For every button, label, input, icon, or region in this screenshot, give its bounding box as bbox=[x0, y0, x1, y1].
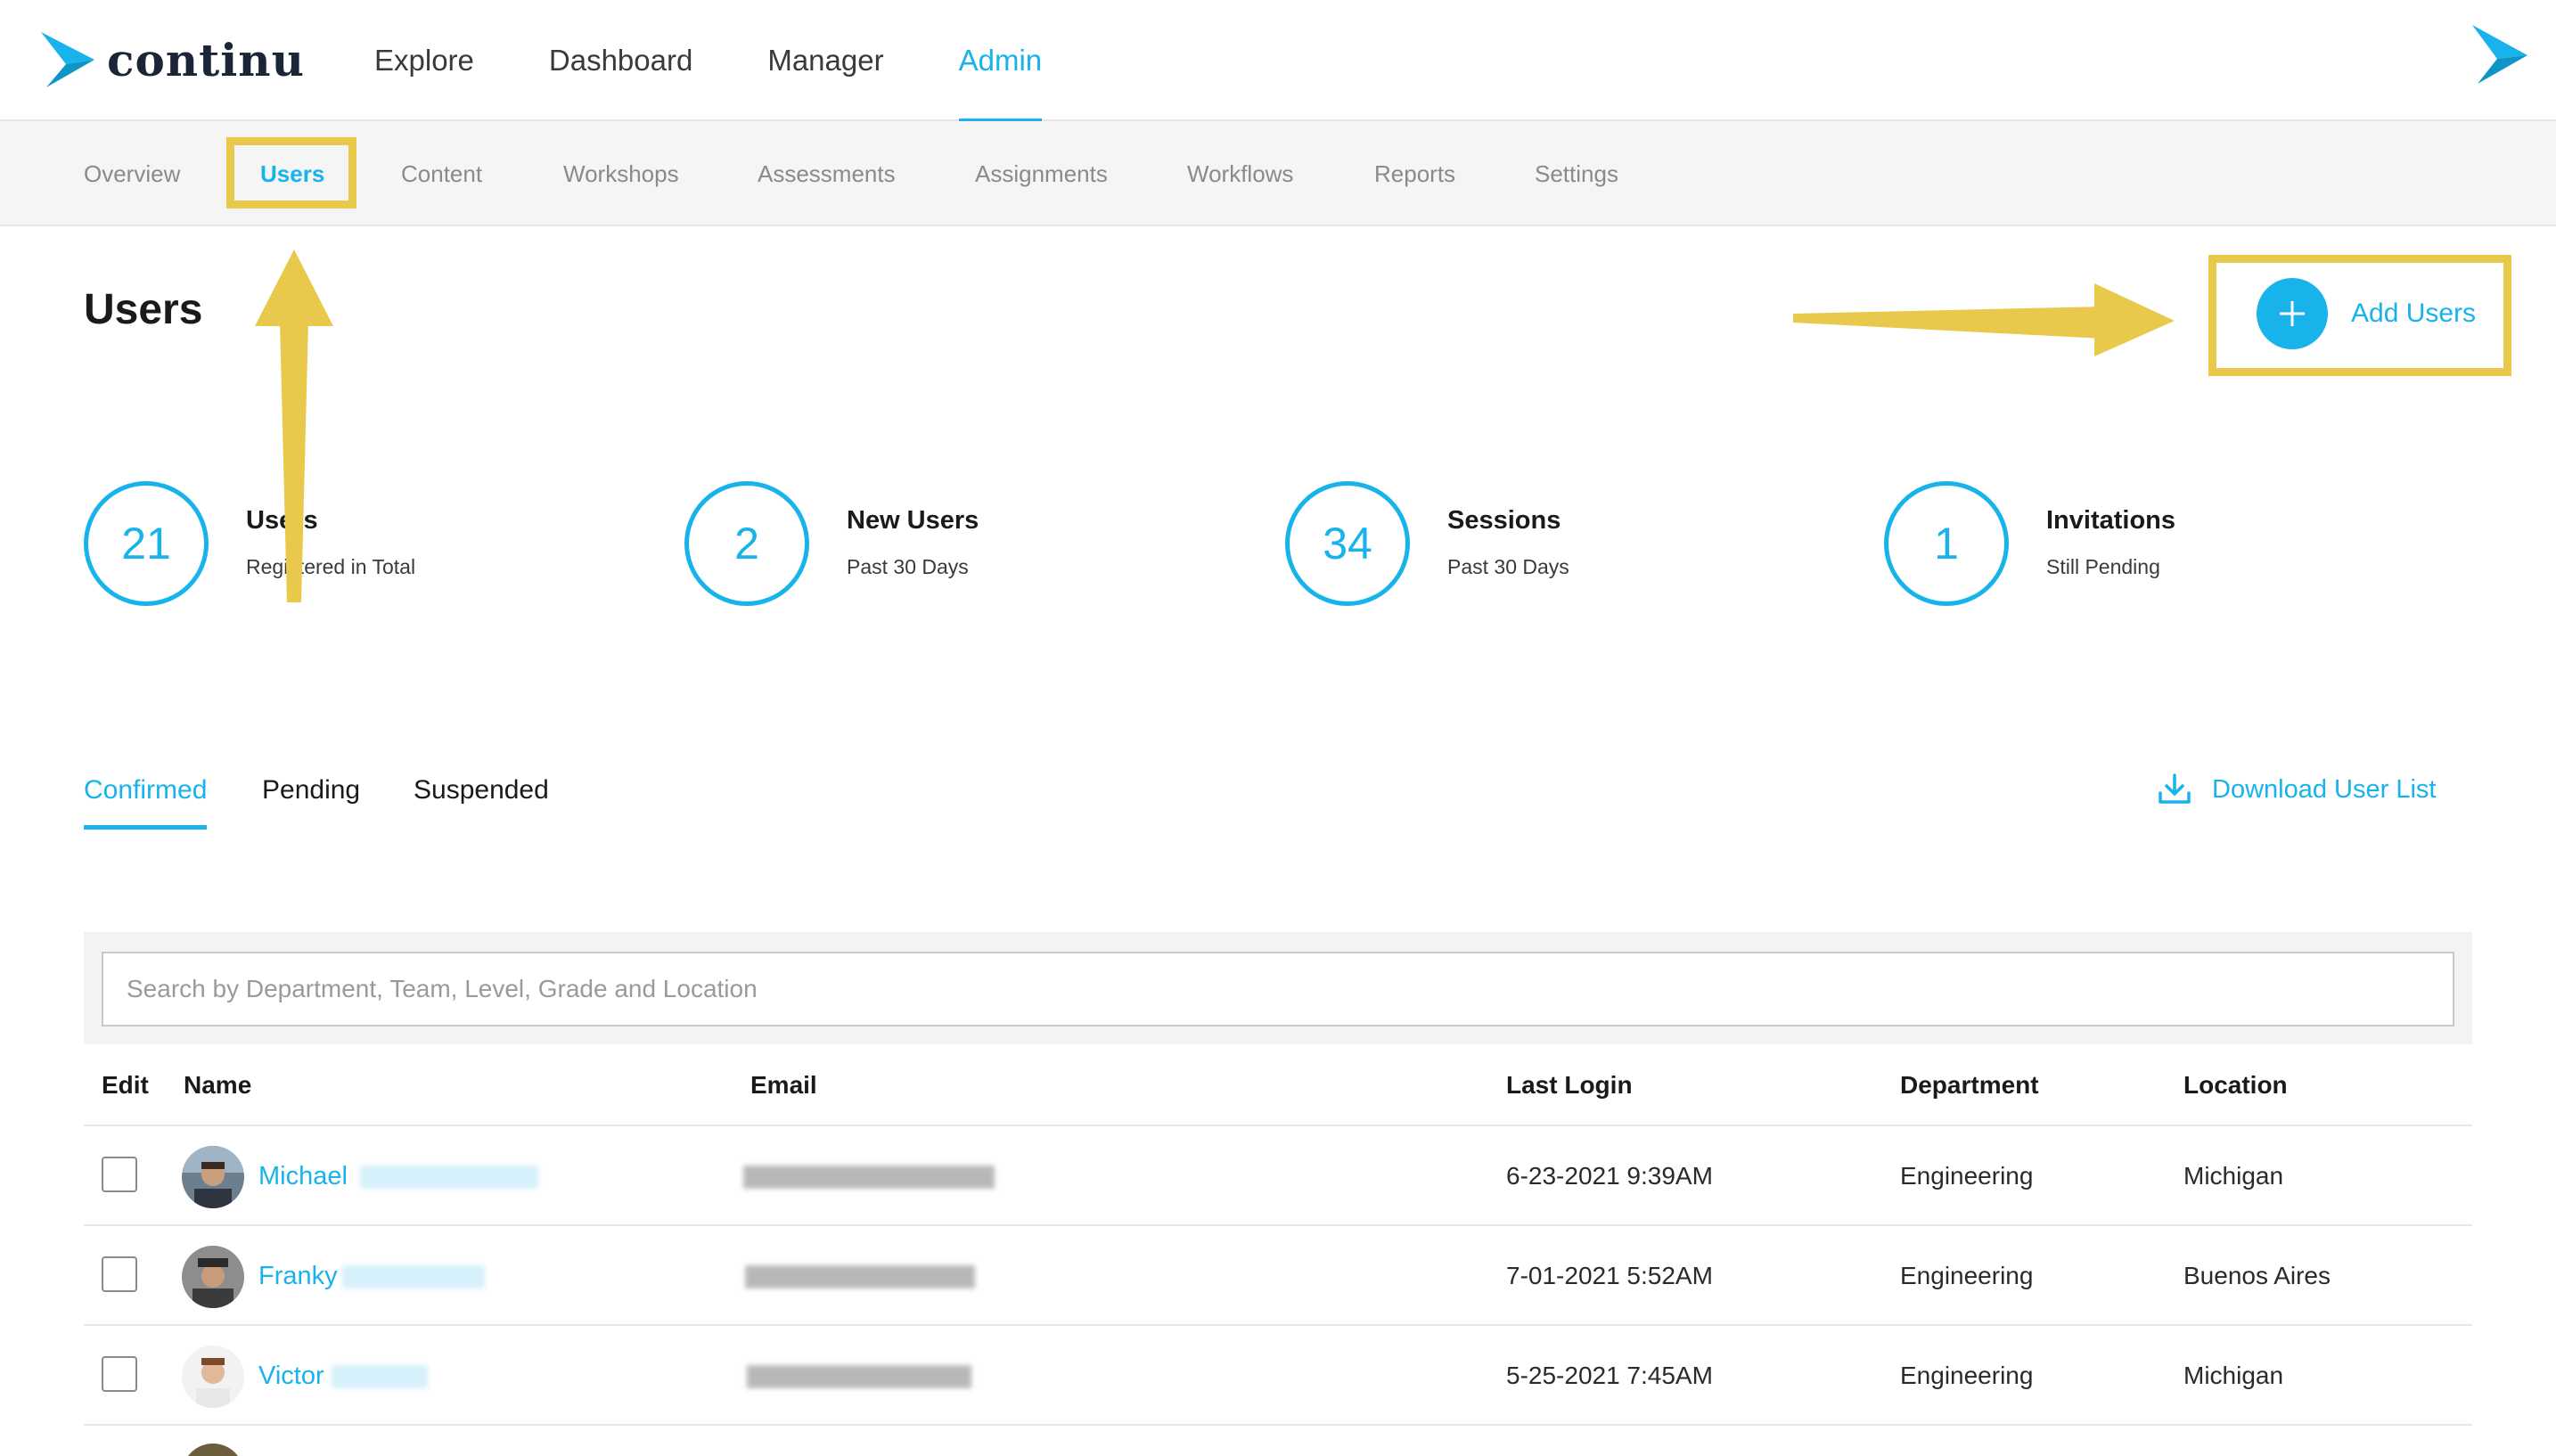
avatar bbox=[182, 1346, 244, 1408]
nav-explore[interactable]: Explore bbox=[374, 0, 474, 121]
download-icon bbox=[2159, 773, 2191, 804]
row-checkbox[interactable] bbox=[102, 1256, 137, 1292]
redacted-surname bbox=[342, 1265, 485, 1288]
user-name-link[interactable]: Franky bbox=[258, 1226, 338, 1326]
department: Engineering bbox=[1900, 1362, 2034, 1389]
stat-value: 21 bbox=[84, 481, 209, 606]
department: Engineering bbox=[1900, 1162, 2034, 1190]
logo-text: continu bbox=[107, 33, 305, 86]
tab-pending[interactable]: Pending bbox=[262, 775, 360, 825]
nav-manager[interactable]: Manager bbox=[767, 0, 883, 121]
stat-subtitle: Registered in Total bbox=[246, 555, 416, 578]
row-checkbox[interactable] bbox=[102, 1356, 137, 1392]
header-name[interactable]: Name bbox=[184, 1044, 251, 1126]
top-navigation-bar: continu Explore Dashboard Manager Admin bbox=[0, 0, 2556, 123]
table-row: Franky 7-01-2021 5:52AM Engineering Buen… bbox=[84, 1226, 2472, 1326]
subnav-workflows[interactable]: Workflows bbox=[1187, 121, 1293, 226]
location: Michigan bbox=[2183, 1362, 2284, 1389]
stat-title: New Users bbox=[847, 506, 979, 535]
avatar bbox=[182, 1146, 244, 1208]
last-login: 5-25-2021 7:45AM bbox=[1506, 1362, 1713, 1389]
search-input[interactable] bbox=[102, 952, 2454, 1027]
header-edit[interactable]: Edit bbox=[102, 1044, 149, 1126]
arrow-right-icon bbox=[1793, 283, 2175, 356]
stat-value: 2 bbox=[684, 481, 809, 606]
subnav-content[interactable]: Content bbox=[401, 121, 482, 226]
continu-logo[interactable]: continu bbox=[39, 30, 305, 89]
add-circle bbox=[2257, 278, 2328, 349]
redacted-email bbox=[743, 1166, 995, 1189]
redacted-surname bbox=[332, 1365, 428, 1388]
row-checkbox[interactable] bbox=[102, 1157, 137, 1192]
subnav-workshops[interactable]: Workshops bbox=[563, 121, 679, 226]
add-users-label: Add Users bbox=[2351, 299, 2477, 328]
subnav-assignments[interactable]: Assignments bbox=[975, 121, 1108, 226]
redacted-email bbox=[745, 1265, 975, 1288]
stat-text: Sessions Past 30 Days bbox=[1447, 506, 1569, 579]
location: Buenos Aires bbox=[2183, 1262, 2331, 1289]
department: Engineering bbox=[1900, 1262, 2034, 1289]
stat-sessions: 34 Sessions Past 30 Days bbox=[1285, 481, 1569, 606]
user-name-link[interactable]: Michael bbox=[258, 1126, 348, 1226]
stat-text: Users Registered in Total bbox=[246, 506, 415, 579]
subnav-users[interactable]: Users bbox=[260, 121, 324, 226]
stat-subtitle: Still Pending bbox=[2046, 555, 2160, 578]
logo-chevron-icon bbox=[41, 32, 94, 87]
table-header: Edit Name Email Last Login Department Lo… bbox=[84, 1044, 2472, 1126]
stat-title: Invitations bbox=[2046, 506, 2176, 535]
header-last-login[interactable]: Last Login bbox=[1506, 1044, 1633, 1126]
user-name-link[interactable]: Victor bbox=[258, 1326, 324, 1426]
nav-admin[interactable]: Admin bbox=[958, 0, 1042, 123]
stat-value: 1 bbox=[1884, 481, 2009, 606]
last-login: 7-01-2021 5:52AM bbox=[1506, 1262, 1713, 1289]
stat-title: Users bbox=[246, 506, 318, 535]
stat-new-users: 2 New Users Past 30 Days bbox=[684, 481, 979, 606]
tab-suspended[interactable]: Suspended bbox=[414, 775, 549, 825]
last-login: 6-23-2021 9:39AM bbox=[1506, 1162, 1713, 1190]
stat-subtitle: Past 30 Days bbox=[847, 555, 969, 578]
stat-users: 21 Users Registered in Total bbox=[84, 481, 415, 606]
location: Michigan bbox=[2183, 1162, 2284, 1190]
search-bar-container bbox=[84, 932, 2472, 1044]
avatar bbox=[182, 1246, 244, 1308]
stat-text: Invitations Still Pending bbox=[2046, 506, 2175, 579]
subnav-reports[interactable]: Reports bbox=[1374, 121, 1455, 226]
subnav-overview[interactable]: Overview bbox=[84, 121, 180, 226]
header-email[interactable]: Email bbox=[750, 1044, 817, 1126]
subnav-settings[interactable]: Settings bbox=[1535, 121, 1618, 226]
plus-icon bbox=[2280, 301, 2305, 326]
header-department[interactable]: Department bbox=[1900, 1044, 2039, 1126]
redacted-email bbox=[747, 1365, 971, 1388]
stat-subtitle: Past 30 Days bbox=[1447, 555, 1569, 578]
subnav-assessments[interactable]: Assessments bbox=[758, 121, 896, 226]
header-location[interactable]: Location bbox=[2183, 1044, 2288, 1126]
stat-value: 34 bbox=[1285, 481, 1410, 606]
users-table: Edit Name Email Last Login Department Lo… bbox=[84, 1044, 2472, 1426]
add-users-button[interactable]: Add Users bbox=[2257, 278, 2476, 349]
download-label: Download User List bbox=[2212, 774, 2437, 804]
stat-title: Sessions bbox=[1447, 506, 1561, 535]
main-nav: Explore Dashboard Manager Admin bbox=[374, 0, 1117, 123]
tab-confirmed[interactable]: Confirmed bbox=[84, 775, 208, 830]
table-row: Victor 5-25-2021 7:45AM Engineering Mich… bbox=[84, 1326, 2472, 1426]
redacted-surname bbox=[360, 1166, 538, 1189]
table-row: Michael 6-23-2021 9:39AM Engineering Mic… bbox=[84, 1126, 2472, 1226]
stat-text: New Users Past 30 Days bbox=[847, 506, 979, 579]
page-title: Users bbox=[84, 286, 203, 333]
nav-dashboard[interactable]: Dashboard bbox=[549, 0, 692, 121]
avatar bbox=[182, 1444, 244, 1456]
admin-sub-navigation: Overview Users Content Workshops Assessm… bbox=[0, 121, 2556, 226]
brand-chevron-icon[interactable] bbox=[2470, 23, 2529, 86]
stat-invitations: 1 Invitations Still Pending bbox=[1884, 481, 2175, 606]
download-user-list-button[interactable]: Download User List bbox=[2157, 773, 2436, 806]
